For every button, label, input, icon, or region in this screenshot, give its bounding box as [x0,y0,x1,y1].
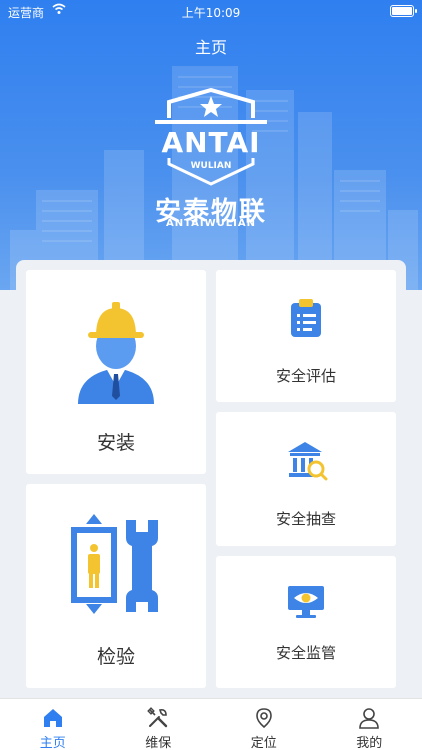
brand-name-en: ANTAIWULIAN [166,218,256,229]
tab-home-label: 主页 [39,736,66,750]
user-icon [359,708,380,729]
tab-maintenance-label: 维保 [145,736,172,750]
tools-icon [147,707,168,728]
bank-search-icon [288,442,328,481]
tab-maintenance[interactable]: 维保 [106,699,212,750]
status-bar: 运营商 上午10:09 [0,0,422,24]
elevator-wrench-icon [71,514,158,614]
safety-spot-check-label: 安全抽查 [275,510,336,528]
worker-icon [78,302,154,404]
header-banner: 主页 ANTAI WULIAN 安泰物联 ANTAIWULIAN [0,0,422,290]
tab-location-label: 定位 [250,736,277,750]
safety-spot-check-card[interactable]: 安全抽查 [216,412,396,546]
tab-mine-label: 我的 [356,736,383,750]
function-panel: 安装 检验 安全评估 安全抽查 安全监管 [16,260,406,698]
location-icon [255,708,272,729]
tab-bar: 主页 维保 定位 我的 [0,698,422,750]
home-icon [43,709,62,727]
clipboard-icon [291,299,321,337]
safety-supervision-card[interactable]: 安全监管 [216,556,396,688]
safety-evaluation-card[interactable]: 安全评估 [216,270,396,402]
install-card[interactable]: 安装 [26,270,206,474]
install-label: 安装 [96,432,135,454]
tab-home[interactable]: 主页 [0,699,106,750]
logo-sub: WULIAN [191,161,232,171]
inspect-card[interactable]: 检验 [26,484,206,688]
safety-supervision-label: 安全监管 [275,644,336,662]
tab-mine[interactable]: 我的 [317,699,422,750]
monitor-eye-icon [288,586,324,618]
tab-location[interactable]: 定位 [211,699,317,750]
logo-word: ANTAI [161,126,260,159]
battery-icon [390,5,417,17]
inspect-label: 检验 [96,646,135,668]
page-title: 主页 [194,38,227,57]
safety-evaluation-label: 安全评估 [275,367,336,385]
clock: 上午10:09 [181,6,241,20]
